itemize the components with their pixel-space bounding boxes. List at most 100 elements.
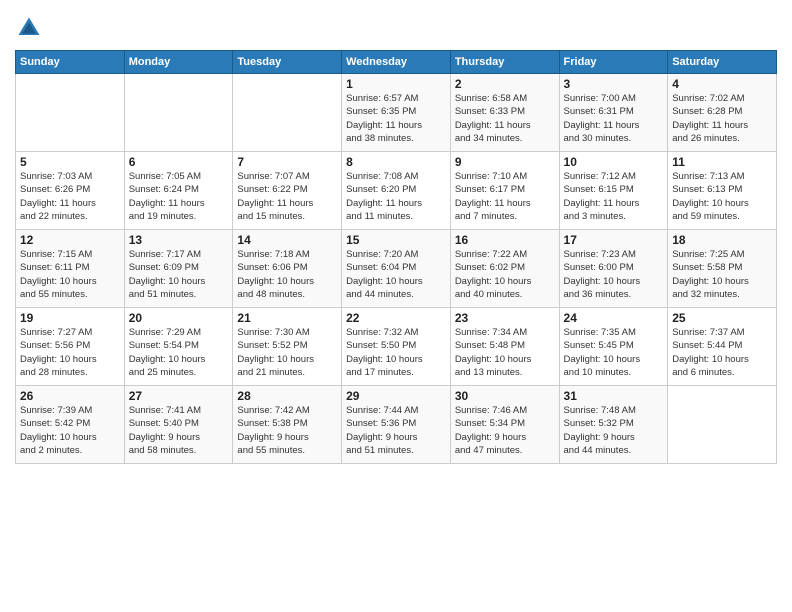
calendar-day-cell: 5Sunrise: 7:03 AM Sunset: 6:26 PM Daylig…	[16, 152, 125, 230]
calendar-day-cell: 25Sunrise: 7:37 AM Sunset: 5:44 PM Dayli…	[668, 308, 777, 386]
day-info: Sunrise: 7:07 AM Sunset: 6:22 PM Dayligh…	[237, 170, 337, 223]
calendar-day-cell: 8Sunrise: 7:08 AM Sunset: 6:20 PM Daylig…	[342, 152, 451, 230]
day-info: Sunrise: 7:29 AM Sunset: 5:54 PM Dayligh…	[129, 326, 229, 379]
day-info: Sunrise: 7:25 AM Sunset: 5:58 PM Dayligh…	[672, 248, 772, 301]
calendar-day-cell: 20Sunrise: 7:29 AM Sunset: 5:54 PM Dayli…	[124, 308, 233, 386]
day-info: Sunrise: 7:34 AM Sunset: 5:48 PM Dayligh…	[455, 326, 555, 379]
calendar-day-cell: 22Sunrise: 7:32 AM Sunset: 5:50 PM Dayli…	[342, 308, 451, 386]
day-number: 25	[672, 311, 772, 325]
day-info: Sunrise: 7:35 AM Sunset: 5:45 PM Dayligh…	[564, 326, 664, 379]
day-info: Sunrise: 7:08 AM Sunset: 6:20 PM Dayligh…	[346, 170, 446, 223]
calendar-day-cell: 21Sunrise: 7:30 AM Sunset: 5:52 PM Dayli…	[233, 308, 342, 386]
day-number: 11	[672, 155, 772, 169]
day-number: 20	[129, 311, 229, 325]
day-number: 16	[455, 233, 555, 247]
day-info: Sunrise: 7:22 AM Sunset: 6:02 PM Dayligh…	[455, 248, 555, 301]
day-info: Sunrise: 7:37 AM Sunset: 5:44 PM Dayligh…	[672, 326, 772, 379]
day-info: Sunrise: 7:46 AM Sunset: 5:34 PM Dayligh…	[455, 404, 555, 457]
calendar-day-cell: 3Sunrise: 7:00 AM Sunset: 6:31 PM Daylig…	[559, 74, 668, 152]
calendar-day-cell: 4Sunrise: 7:02 AM Sunset: 6:28 PM Daylig…	[668, 74, 777, 152]
day-info: Sunrise: 6:57 AM Sunset: 6:35 PM Dayligh…	[346, 92, 446, 145]
day-number: 31	[564, 389, 664, 403]
calendar-day-cell	[16, 74, 125, 152]
day-number: 30	[455, 389, 555, 403]
calendar-day-cell: 23Sunrise: 7:34 AM Sunset: 5:48 PM Dayli…	[450, 308, 559, 386]
weekday-header-cell: Wednesday	[342, 51, 451, 74]
day-info: Sunrise: 7:48 AM Sunset: 5:32 PM Dayligh…	[564, 404, 664, 457]
calendar-day-cell: 2Sunrise: 6:58 AM Sunset: 6:33 PM Daylig…	[450, 74, 559, 152]
day-number: 15	[346, 233, 446, 247]
weekday-header-row: SundayMondayTuesdayWednesdayThursdayFrid…	[16, 51, 777, 74]
calendar-day-cell: 30Sunrise: 7:46 AM Sunset: 5:34 PM Dayli…	[450, 386, 559, 464]
day-number: 14	[237, 233, 337, 247]
calendar-day-cell: 28Sunrise: 7:42 AM Sunset: 5:38 PM Dayli…	[233, 386, 342, 464]
day-number: 10	[564, 155, 664, 169]
weekday-header-cell: Saturday	[668, 51, 777, 74]
day-info: Sunrise: 6:58 AM Sunset: 6:33 PM Dayligh…	[455, 92, 555, 145]
day-info: Sunrise: 7:44 AM Sunset: 5:36 PM Dayligh…	[346, 404, 446, 457]
day-info: Sunrise: 7:12 AM Sunset: 6:15 PM Dayligh…	[564, 170, 664, 223]
header	[15, 10, 777, 42]
calendar-day-cell: 10Sunrise: 7:12 AM Sunset: 6:15 PM Dayli…	[559, 152, 668, 230]
calendar-day-cell: 7Sunrise: 7:07 AM Sunset: 6:22 PM Daylig…	[233, 152, 342, 230]
day-number: 4	[672, 77, 772, 91]
day-info: Sunrise: 7:13 AM Sunset: 6:13 PM Dayligh…	[672, 170, 772, 223]
calendar-week-row: 26Sunrise: 7:39 AM Sunset: 5:42 PM Dayli…	[16, 386, 777, 464]
day-number: 12	[20, 233, 120, 247]
day-number: 17	[564, 233, 664, 247]
calendar-day-cell: 31Sunrise: 7:48 AM Sunset: 5:32 PM Dayli…	[559, 386, 668, 464]
weekday-header-cell: Friday	[559, 51, 668, 74]
calendar-day-cell: 13Sunrise: 7:17 AM Sunset: 6:09 PM Dayli…	[124, 230, 233, 308]
day-number: 27	[129, 389, 229, 403]
calendar-day-cell: 12Sunrise: 7:15 AM Sunset: 6:11 PM Dayli…	[16, 230, 125, 308]
calendar-day-cell: 29Sunrise: 7:44 AM Sunset: 5:36 PM Dayli…	[342, 386, 451, 464]
day-number: 18	[672, 233, 772, 247]
calendar-week-row: 5Sunrise: 7:03 AM Sunset: 6:26 PM Daylig…	[16, 152, 777, 230]
calendar-body: 1Sunrise: 6:57 AM Sunset: 6:35 PM Daylig…	[16, 74, 777, 464]
day-number: 6	[129, 155, 229, 169]
day-info: Sunrise: 7:00 AM Sunset: 6:31 PM Dayligh…	[564, 92, 664, 145]
day-info: Sunrise: 7:15 AM Sunset: 6:11 PM Dayligh…	[20, 248, 120, 301]
logo-icon	[15, 14, 43, 42]
day-info: Sunrise: 7:30 AM Sunset: 5:52 PM Dayligh…	[237, 326, 337, 379]
day-number: 26	[20, 389, 120, 403]
day-number: 24	[564, 311, 664, 325]
calendar-day-cell	[124, 74, 233, 152]
day-number: 3	[564, 77, 664, 91]
calendar-day-cell: 9Sunrise: 7:10 AM Sunset: 6:17 PM Daylig…	[450, 152, 559, 230]
calendar-week-row: 12Sunrise: 7:15 AM Sunset: 6:11 PM Dayli…	[16, 230, 777, 308]
weekday-header-cell: Tuesday	[233, 51, 342, 74]
calendar-day-cell: 26Sunrise: 7:39 AM Sunset: 5:42 PM Dayli…	[16, 386, 125, 464]
day-number: 13	[129, 233, 229, 247]
day-number: 2	[455, 77, 555, 91]
day-number: 1	[346, 77, 446, 91]
calendar-container: SundayMondayTuesdayWednesdayThursdayFrid…	[0, 0, 792, 474]
day-number: 28	[237, 389, 337, 403]
calendar-table: SundayMondayTuesdayWednesdayThursdayFrid…	[15, 50, 777, 464]
day-info: Sunrise: 7:32 AM Sunset: 5:50 PM Dayligh…	[346, 326, 446, 379]
day-number: 29	[346, 389, 446, 403]
calendar-day-cell: 11Sunrise: 7:13 AM Sunset: 6:13 PM Dayli…	[668, 152, 777, 230]
logo	[15, 14, 45, 42]
day-info: Sunrise: 7:05 AM Sunset: 6:24 PM Dayligh…	[129, 170, 229, 223]
day-info: Sunrise: 7:27 AM Sunset: 5:56 PM Dayligh…	[20, 326, 120, 379]
day-info: Sunrise: 7:10 AM Sunset: 6:17 PM Dayligh…	[455, 170, 555, 223]
calendar-day-cell	[668, 386, 777, 464]
calendar-day-cell: 16Sunrise: 7:22 AM Sunset: 6:02 PM Dayli…	[450, 230, 559, 308]
day-number: 19	[20, 311, 120, 325]
calendar-day-cell: 15Sunrise: 7:20 AM Sunset: 6:04 PM Dayli…	[342, 230, 451, 308]
day-info: Sunrise: 7:03 AM Sunset: 6:26 PM Dayligh…	[20, 170, 120, 223]
weekday-header-cell: Monday	[124, 51, 233, 74]
calendar-week-row: 19Sunrise: 7:27 AM Sunset: 5:56 PM Dayli…	[16, 308, 777, 386]
day-number: 23	[455, 311, 555, 325]
calendar-header: SundayMondayTuesdayWednesdayThursdayFrid…	[16, 51, 777, 74]
calendar-day-cell: 17Sunrise: 7:23 AM Sunset: 6:00 PM Dayli…	[559, 230, 668, 308]
calendar-day-cell	[233, 74, 342, 152]
day-info: Sunrise: 7:39 AM Sunset: 5:42 PM Dayligh…	[20, 404, 120, 457]
day-number: 21	[237, 311, 337, 325]
day-info: Sunrise: 7:23 AM Sunset: 6:00 PM Dayligh…	[564, 248, 664, 301]
day-info: Sunrise: 7:42 AM Sunset: 5:38 PM Dayligh…	[237, 404, 337, 457]
day-number: 9	[455, 155, 555, 169]
calendar-day-cell: 1Sunrise: 6:57 AM Sunset: 6:35 PM Daylig…	[342, 74, 451, 152]
day-info: Sunrise: 7:20 AM Sunset: 6:04 PM Dayligh…	[346, 248, 446, 301]
